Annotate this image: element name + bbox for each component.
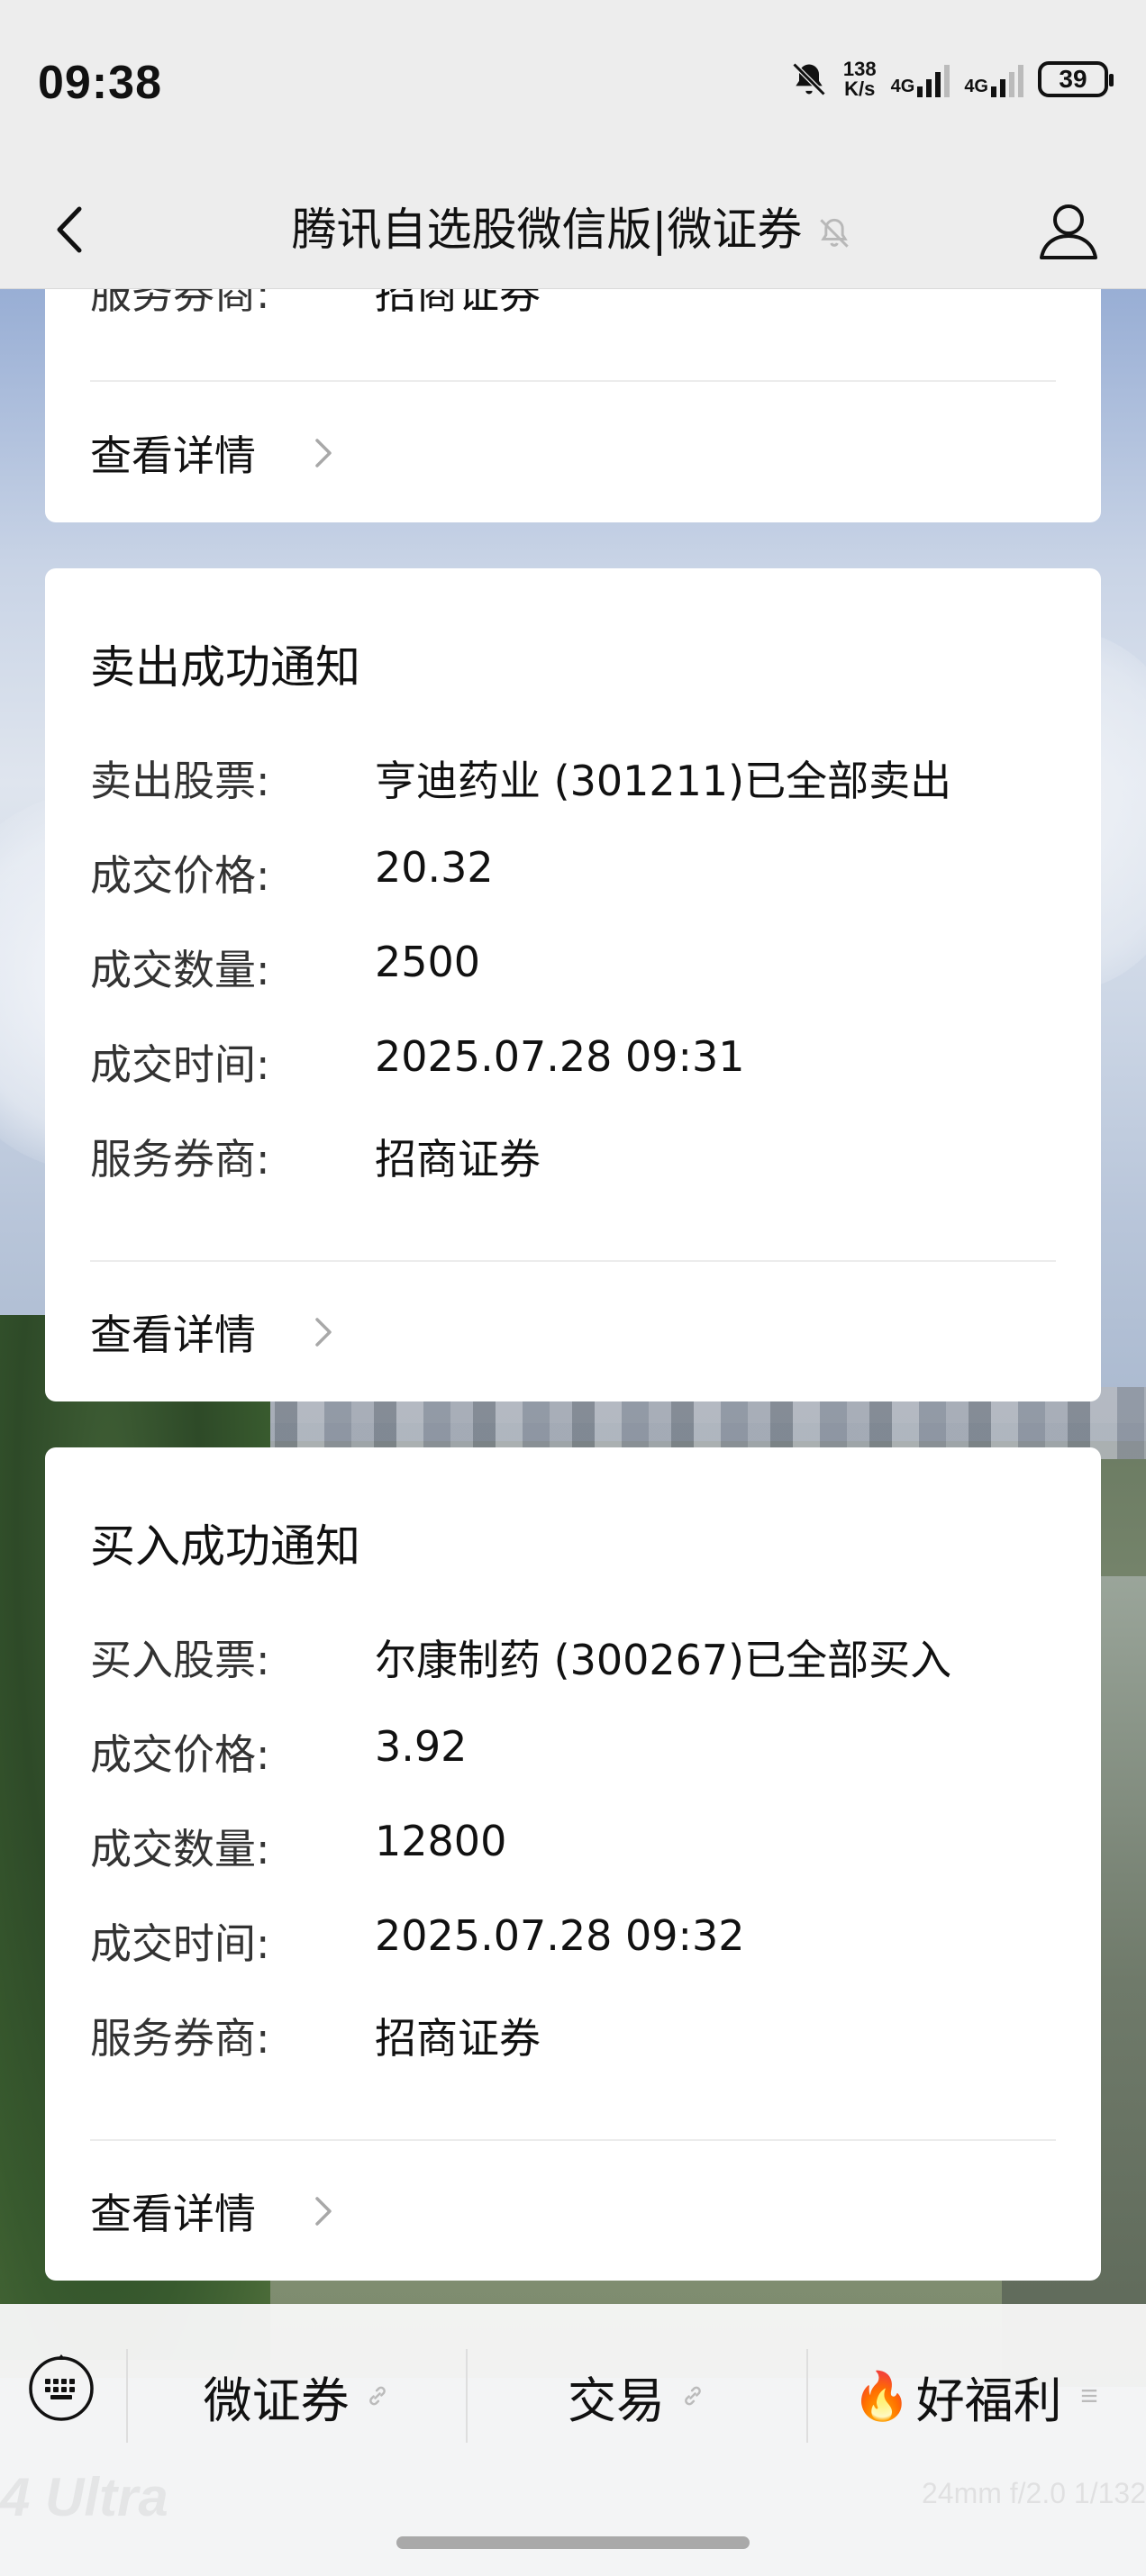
card-row: 买入股票: 尔康制药 (300267)已全部买入 [90,1636,952,1684]
network-speed: 138 K/s [842,58,877,100]
card-row: 成交数量: 12800 [90,1817,507,1873]
card-row: 成交数量: 2500 [90,938,481,994]
view-details-link[interactable]: 查看详情 [90,2181,337,2241]
status-icons: 138 K/s 4G 4G 39 [789,58,1114,100]
card-row: 卖出股票: 亨迪药业 (301211)已全部卖出 [90,757,952,805]
divider [90,380,1056,382]
card-row: 服务券商: 招商证券 [90,1135,541,1184]
chevron-right-icon [315,2197,332,2226]
divider [90,2139,1056,2141]
menu-items: 微证券 交易 🔥 好福利 [126,2349,1146,2443]
camera-watermark: 4 Ultra [0,2467,168,2527]
link-icon [368,2386,386,2406]
battery-icon: 39 [1038,61,1114,97]
card-title: 卖出成功通知 [90,641,360,694]
bottom-menu-bar: 微证券 交易 🔥 好福利 4 Ultra 24mm f/2.0 1/132 [0,2304,1146,2576]
home-indicator[interactable] [396,2536,750,2549]
divider [90,1260,1056,1262]
chevron-right-icon [315,439,332,467]
menu-icon [1081,2390,1096,2402]
fire-icon: 🔥 [851,2369,911,2424]
signal-sim2-icon: 4G [964,61,1023,97]
user-profile-icon[interactable] [1032,195,1105,267]
sell-success-card: 卖出成功通知 卖出股票: 亨迪药业 (301211)已全部卖出 成交价格: 20… [45,568,1101,1401]
card-row: 成交价格: 3.92 [90,1722,468,1779]
view-details-link[interactable]: 查看详情 [90,1302,337,1362]
status-time: 09:38 [38,57,162,109]
menu-item-trade[interactable]: 交易 [466,2349,805,2443]
menu-item-benefits[interactable]: 🔥 好福利 [805,2349,1146,2443]
link-icon [685,2386,701,2406]
chevron-right-icon [315,1318,332,1347]
menu-item-micro-securities[interactable]: 微证券 [126,2349,466,2443]
buy-success-card: 买入成功通知 买入股票: 尔康制药 (300267)已全部买入 成交价格: 3.… [45,1447,1101,2281]
card-row: 成交时间: 2025.07.28 09:31 [90,1032,745,1089]
view-details-link[interactable]: 查看详情 [90,423,337,483]
card-title: 买入成功通知 [90,1520,360,1573]
camera-watermark-info: 24mm f/2.0 1/132 [921,2477,1146,2509]
status-bar: 09:38 138 K/s 4G 4G 39 [0,0,1146,171]
bell-off-icon [792,62,826,96]
card-row: 成交价格: 20.32 [90,843,494,900]
nav-bar: 腾讯自选股微信版|微证券 [0,171,1146,289]
signal-sim1-icon: 4G [891,61,950,97]
card-row: 服务券商: 招商证券 [90,2014,541,2063]
mute-notification-icon [820,218,850,248]
card-row: 成交时间: 2025.07.28 09:32 [90,1911,745,1968]
keyboard-toggle-icon[interactable] [27,2354,96,2423]
page-title: 腾讯自选股微信版|微证券 [0,189,1146,270]
